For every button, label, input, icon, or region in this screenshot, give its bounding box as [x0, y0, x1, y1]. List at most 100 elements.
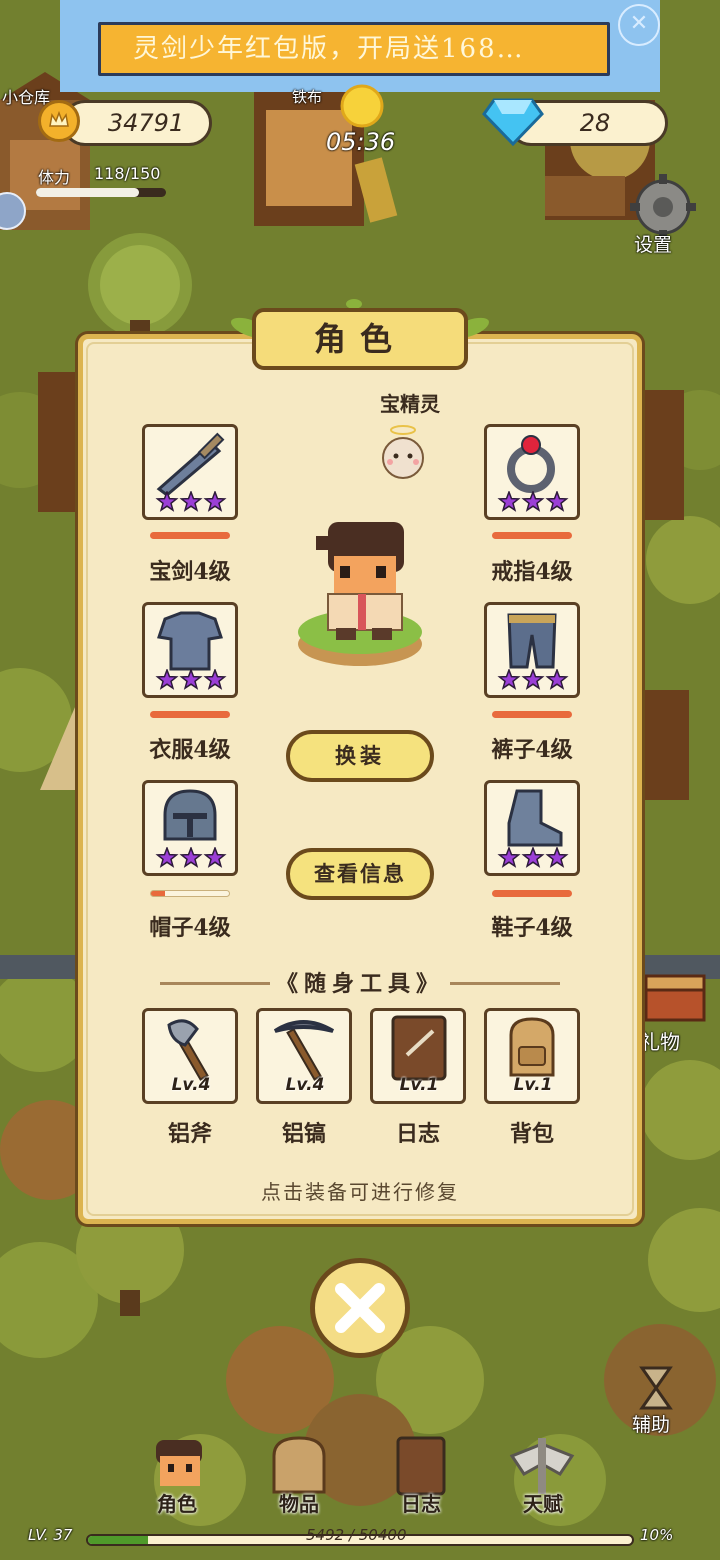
star-rating	[155, 847, 227, 868]
stamina-label: 体力	[38, 168, 71, 187]
stamina-value: 118/150	[94, 164, 161, 183]
star-icon	[497, 669, 521, 690]
xp-bar-fill	[88, 1536, 148, 1544]
equip-slot-sword[interactable]	[142, 424, 238, 520]
gem-amount: 28	[579, 109, 611, 137]
chevron-left-icon: 《	[275, 971, 304, 997]
star-icon	[155, 847, 179, 868]
star-icon	[521, 669, 545, 690]
chevron-right-icon: 》	[416, 971, 445, 997]
tool-label-axe: 铝斧	[167, 1121, 212, 1147]
star-icon	[179, 669, 203, 690]
star-rating	[497, 847, 569, 868]
star-icon	[497, 491, 521, 512]
star-rating	[497, 669, 569, 690]
divider-line	[450, 982, 560, 985]
nav-label-items[interactable]: 物品	[254, 1488, 344, 1517]
close-panel-button[interactable]	[310, 1258, 410, 1358]
tool-slot-pickaxe[interactable]: Lv.4	[256, 1008, 352, 1104]
tool-slot-backpack[interactable]: Lv.1	[484, 1008, 580, 1104]
equip-label-helmet: 帽子4级	[149, 915, 231, 941]
star-icon	[203, 847, 227, 868]
sword-icon	[156, 432, 225, 497]
ring-icon	[507, 435, 555, 493]
equip-slot-pants[interactable]	[484, 602, 580, 698]
durability-bar	[150, 890, 230, 897]
star-icon	[179, 491, 203, 512]
durability-bar	[492, 532, 572, 539]
durability-bar	[492, 890, 572, 897]
equip-label-sword: 宝剑4级	[149, 559, 231, 585]
star-icon	[155, 669, 179, 690]
shop-label: 铁布	[292, 88, 323, 106]
nav-label-talent[interactable]: 天赋	[498, 1488, 588, 1517]
backpack-icon	[272, 1436, 326, 1494]
hourglass-icon[interactable]	[636, 1364, 676, 1416]
star-rating	[155, 669, 227, 690]
tools-header: 《随身工具》	[262, 966, 458, 998]
tool-level: Lv.1	[513, 1075, 553, 1095]
equip-slot-armor[interactable]	[142, 602, 238, 698]
star-icon	[521, 847, 545, 868]
star-icon	[521, 491, 545, 512]
gift-label[interactable]: 礼物	[640, 1026, 680, 1055]
star-icon	[545, 847, 569, 868]
nav-label-character[interactable]: 角色	[132, 1488, 222, 1517]
star-icon	[179, 847, 203, 868]
tools-header-text: 随身工具	[303, 971, 416, 997]
panel-title: 角色	[252, 308, 468, 370]
close-icon	[335, 1283, 385, 1333]
nav-label-journal[interactable]: 日志	[376, 1488, 466, 1517]
star-icon	[155, 491, 179, 512]
tool-level: Lv.1	[399, 1075, 439, 1095]
durability-bar	[492, 711, 572, 718]
divider-line	[160, 982, 270, 985]
tool-slot-journal[interactable]: Lv.1	[370, 1008, 466, 1104]
helmet-icon	[163, 789, 217, 841]
repair-hint: 点击装备可进行修复	[261, 1180, 459, 1204]
equip-label-ring: 戒指4级	[491, 559, 573, 585]
tool-label-journal: 日志	[395, 1121, 440, 1147]
tool-slot-axe[interactable]: Lv.4	[142, 1008, 238, 1104]
boots-icon	[507, 789, 563, 847]
star-icon	[545, 491, 569, 512]
coin-icon	[38, 100, 80, 142]
gift-icon[interactable]	[640, 964, 710, 1028]
durability-bar	[150, 532, 230, 539]
player-level: LV. 37	[28, 1526, 73, 1544]
durability-bar	[150, 711, 230, 718]
equip-label-armor: 衣服4级	[149, 737, 231, 763]
journal-icon	[391, 1015, 447, 1081]
armor-icon	[157, 611, 223, 671]
star-rating	[497, 491, 569, 512]
view-info-button[interactable]: 查看信息	[286, 848, 434, 900]
character-icon	[156, 1440, 202, 1486]
diamond-icon	[482, 94, 544, 152]
ad-close-button[interactable]: ✕	[618, 4, 660, 46]
tool-label-pickaxe: 铝镐	[281, 1121, 326, 1147]
equip-slot-ring[interactable]	[484, 424, 580, 520]
star-icon	[497, 847, 521, 868]
pet-sprite[interactable]	[376, 420, 430, 488]
tool-level: Lv.4	[171, 1075, 211, 1095]
tool-label-backpack: 背包	[509, 1121, 554, 1147]
pet-name: 宝精灵	[380, 392, 440, 416]
equip-slot-boots[interactable]	[484, 780, 580, 876]
ad-banner-text[interactable]: 灵剑少年红包版，开局送168…	[98, 22, 610, 76]
settings-label[interactable]: 设置	[634, 230, 672, 257]
coin-counter: 34791	[62, 100, 212, 146]
assist-label[interactable]: 辅助	[632, 1410, 670, 1437]
pickaxe-icon	[273, 1020, 335, 1081]
equip-label-pants: 裤子4级	[491, 737, 573, 763]
xp-percent: 10%	[640, 1526, 674, 1544]
star-icon	[545, 669, 569, 690]
pants-icon	[507, 613, 557, 669]
character-avatar[interactable]	[294, 516, 428, 680]
xp-value: 5492 / 50400	[306, 1526, 407, 1544]
equip-slot-helmet[interactable]	[142, 780, 238, 876]
backpack-icon	[509, 1017, 555, 1077]
change-outfit-button[interactable]: 换装	[286, 730, 434, 782]
star-icon	[203, 669, 227, 690]
equip-label-boots: 鞋子4级	[491, 915, 573, 941]
stamina-bar-fill	[36, 188, 139, 197]
